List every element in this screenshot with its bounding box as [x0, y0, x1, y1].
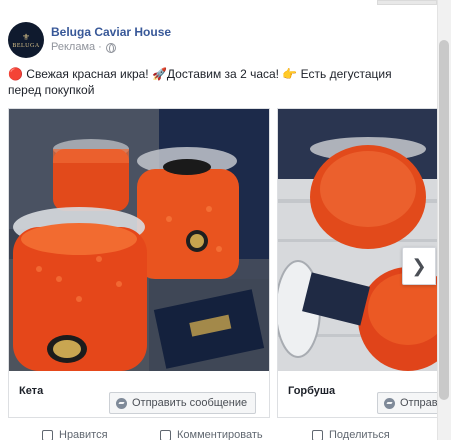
- sponsored-label[interactable]: Реклама ·: [51, 40, 102, 55]
- product-image-gorbusha[interactable]: [278, 109, 437, 371]
- post-text-part-2: Доставим за 2 часа!: [166, 67, 283, 81]
- page-avatar[interactable]: ⚜ BELUGA: [8, 22, 44, 58]
- like-button[interactable]: Нравится: [42, 429, 108, 440]
- send-message-button-keta[interactable]: Отправить сообщение: [109, 392, 257, 414]
- cta-label-gorbusha: Отправить сообщение: [400, 397, 437, 409]
- header-text: Beluga Caviar House Реклама ·: [51, 25, 171, 55]
- sponsored-line: Реклама ·: [51, 40, 171, 55]
- red-circle-emoji: 🔴: [8, 67, 23, 81]
- caviar-jar-back-left: [53, 139, 129, 211]
- card-title-gorbusha[interactable]: Горбуша: [288, 385, 335, 397]
- caviar-jar-front: [13, 207, 147, 371]
- post-text-part-1: Свежая красная икра!: [22, 67, 152, 81]
- post-actions-bar: Нравится Комментировать Поделиться: [0, 429, 437, 440]
- rocket-emoji: 🚀: [151, 67, 167, 81]
- cta-label-keta: Отправить сообщение: [132, 397, 248, 409]
- chevron-right-icon: ❯: [411, 255, 427, 276]
- carousel-card-keta[interactable]: Кета Отправить сообщение: [8, 108, 270, 418]
- comment-button[interactable]: Комментировать: [160, 429, 263, 440]
- page-name-link[interactable]: Beluga Caviar House: [51, 25, 171, 40]
- ad-post-card: ⚜ BELUGA Beluga Caviar House Реклама · 🔴…: [0, 0, 437, 440]
- crest-icon: ⚜: [21, 31, 31, 42]
- caviar-jar-top: [310, 137, 426, 249]
- share-icon: [312, 429, 323, 440]
- avatar-brand-text: BELUGA: [12, 42, 40, 49]
- like-icon: [42, 429, 53, 440]
- caviar-jar-right: [137, 147, 239, 279]
- window-tab-strip: [377, 0, 437, 5]
- comment-label: Комментировать: [177, 429, 263, 440]
- pointing-hand-emoji: 👉: [282, 67, 298, 81]
- share-label: Поделиться: [329, 429, 390, 440]
- carousel: Кета Отправить сообщение Горбуша Отправ: [8, 108, 437, 418]
- carousel-next-button[interactable]: ❯: [402, 247, 436, 285]
- card-title-keta[interactable]: Кета: [19, 385, 43, 397]
- comment-icon: [160, 429, 171, 440]
- send-message-button-gorbusha[interactable]: Отправить сообщение: [377, 392, 437, 414]
- share-button[interactable]: Поделиться: [312, 429, 390, 440]
- globe-icon: [105, 42, 116, 53]
- product-image-keta[interactable]: [9, 109, 269, 371]
- messenger-icon: [116, 397, 127, 409]
- like-label: Нравится: [59, 429, 108, 440]
- scrollbar-thumb[interactable]: [439, 40, 449, 400]
- post-text: 🔴 Свежая красная икра! 🚀Доставим за 2 ча…: [8, 66, 428, 98]
- messenger-icon: [384, 397, 395, 409]
- post-header: ⚜ BELUGA Beluga Caviar House Реклама ·: [8, 22, 171, 58]
- vertical-scrollbar[interactable]: [437, 0, 451, 440]
